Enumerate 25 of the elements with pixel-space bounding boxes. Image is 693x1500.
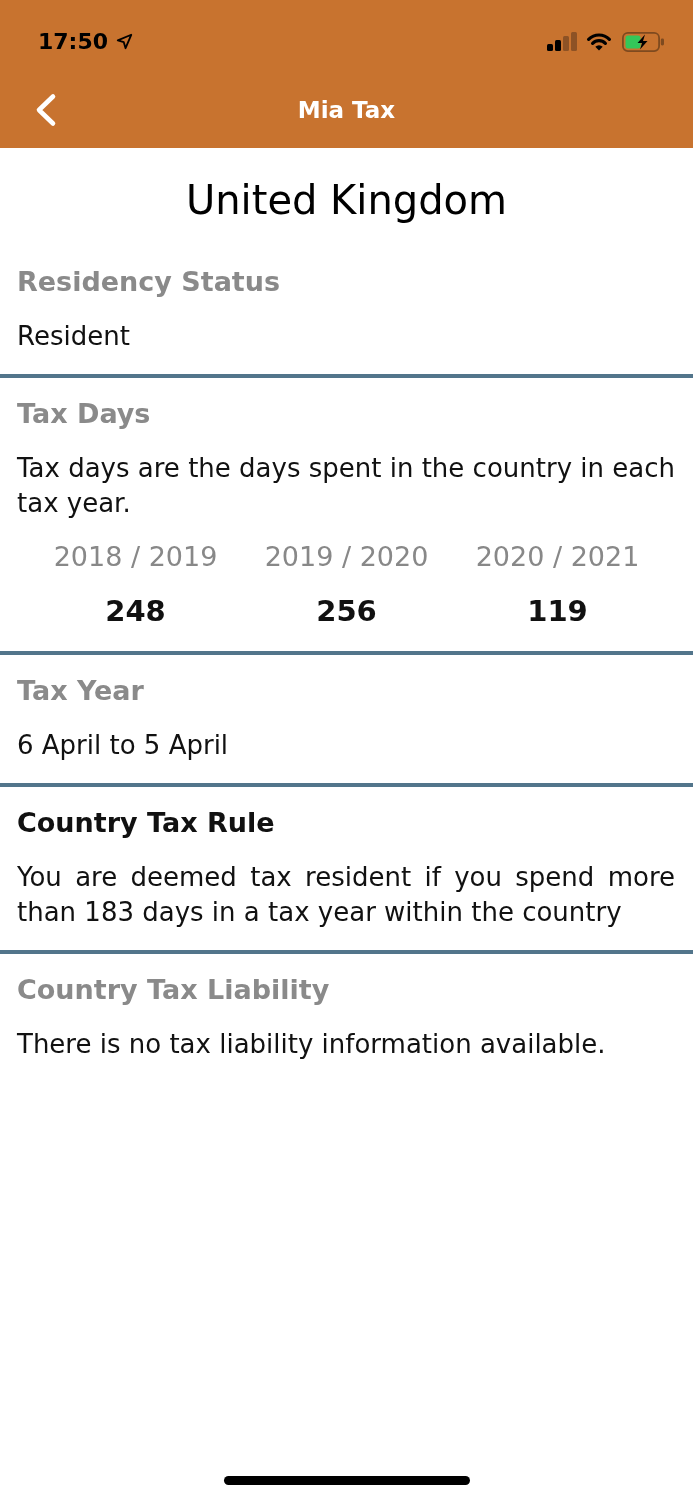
- back-button[interactable]: [35, 93, 57, 127]
- chevron-left-icon: [35, 93, 57, 127]
- section-heading: Tax Days: [17, 397, 152, 431]
- section-text: There is no tax liability information available.: [17, 1028, 607, 1061]
- signal-icon: [547, 32, 577, 51]
- section-text: Tax days are the days spent in the country in each tax year.: [17, 452, 675, 520]
- wifi-icon: [586, 32, 612, 51]
- status-time: 17:50: [38, 29, 109, 54]
- section-heading: Residency Status: [17, 265, 282, 299]
- section-text: You are deemed tax resident if you spend more than 183 days in a tax year within the country: [17, 861, 675, 929]
- section-heading: Country Tax Liability: [17, 973, 331, 1007]
- page-title: United Kingdom: [185, 176, 508, 225]
- nav-title: Mia Tax: [297, 97, 396, 123]
- section-text: 6 April to 5 April: [17, 729, 230, 762]
- section-heading: Country Tax Rule: [17, 806, 276, 840]
- section-text: Resident: [17, 320, 131, 353]
- section-heading: Tax Year: [17, 674, 145, 708]
- tax-year-label: 2018 / 2019: [53, 540, 218, 574]
- location-arrow-icon: [116, 33, 134, 50]
- tax-days-count: 248: [105, 593, 166, 630]
- tax-year-label: 2019 / 2020: [264, 540, 429, 574]
- tax-days-count: 256: [316, 593, 377, 630]
- tax-year-label: 2020 / 2021: [475, 540, 640, 574]
- battery-charging-icon: [622, 31, 664, 52]
- tax-days-count: 119: [527, 593, 588, 630]
